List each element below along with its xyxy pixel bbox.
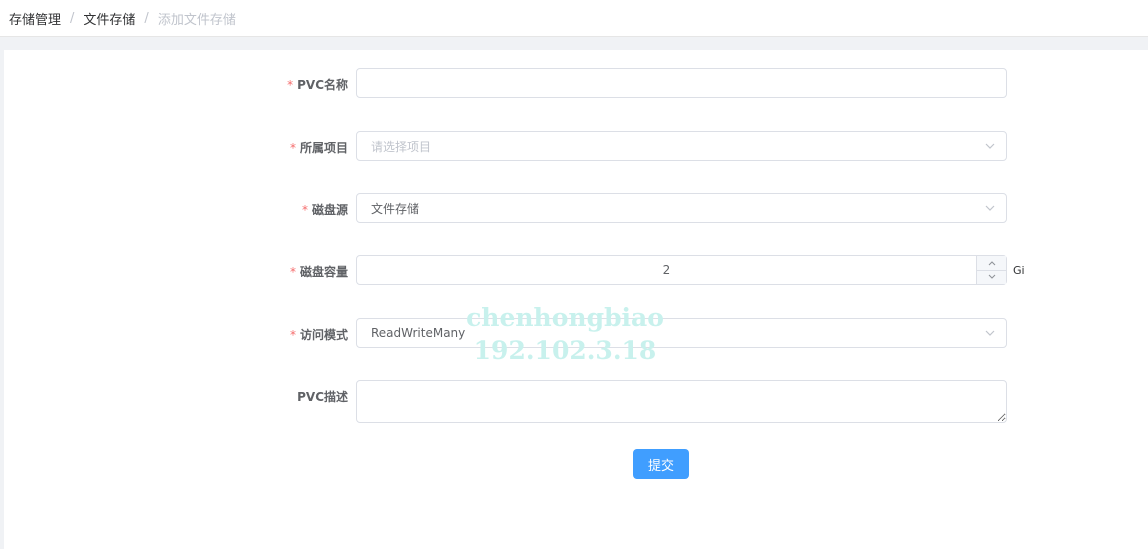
disk-source-select[interactable]: 文件存储 [356,193,1007,223]
project-select-placeholder: 请选择项目 [371,139,432,154]
pvc-name-label: * PVC名称 [287,76,348,93]
disk-source-label-text: 磁盘源 [311,203,348,217]
required-mark: * [287,78,294,92]
decrease-button[interactable] [977,271,1006,285]
chevron-down-icon [985,330,995,336]
disk-source-selected-value: 文件存储 [371,201,420,216]
access-mode-select[interactable]: ReadWriteMany [356,318,1007,348]
increase-button[interactable] [977,256,1006,271]
form-panel: *PVC名称 *所属项目 请选择项目 *磁盘源 文件存储 *磁盘容量 2 [4,50,1148,549]
required-mark: * [289,328,296,342]
required-mark: * [289,141,296,155]
project-label-text: 所属项目 [299,141,348,155]
breadcrumb-item-storage-management[interactable]: 存储管理 [9,9,61,28]
capacity-value: 2 [662,263,671,277]
breadcrumb-item-file-storage[interactable]: 文件存储 [83,9,135,28]
submit-button[interactable]: 提交 [633,449,689,479]
description-label: PVC描述 [297,390,348,404]
required-mark: * [289,265,296,279]
breadcrumb: 存储管理 / 文件存储 / 添加文件存储 [0,0,1148,37]
chevron-down-icon [985,205,995,211]
pvc-name-input[interactable] [356,68,1007,98]
capacity-label-text: 磁盘容量 [299,265,348,279]
access-mode-selected-value: ReadWriteMany [371,326,466,340]
capacity-label: * 磁盘容量 [290,263,348,280]
chevron-down-icon [985,143,995,149]
disk-source-label: * 磁盘源 [302,201,348,218]
access-mode-label-text: 访问模式 [299,328,348,342]
required-mark: * [301,203,308,217]
capacity-unit: Gi [1013,264,1025,277]
chevron-down-icon [988,274,995,280]
chevron-up-icon [988,260,995,266]
access-mode-label: * 访问模式 [290,326,348,343]
project-select[interactable]: 请选择项目 [356,131,1007,161]
capacity-stepper [976,256,1006,284]
breadcrumb-item-current: 添加文件存储 [157,12,236,28]
description-textarea[interactable] [356,380,1007,423]
project-label: * 所属项目 [290,139,348,156]
capacity-number-input[interactable]: 2 [356,255,1007,285]
breadcrumb-separator: / [144,10,149,26]
breadcrumb-separator: / [70,10,75,26]
pvc-name-label-text: PVC名称 [297,78,348,92]
